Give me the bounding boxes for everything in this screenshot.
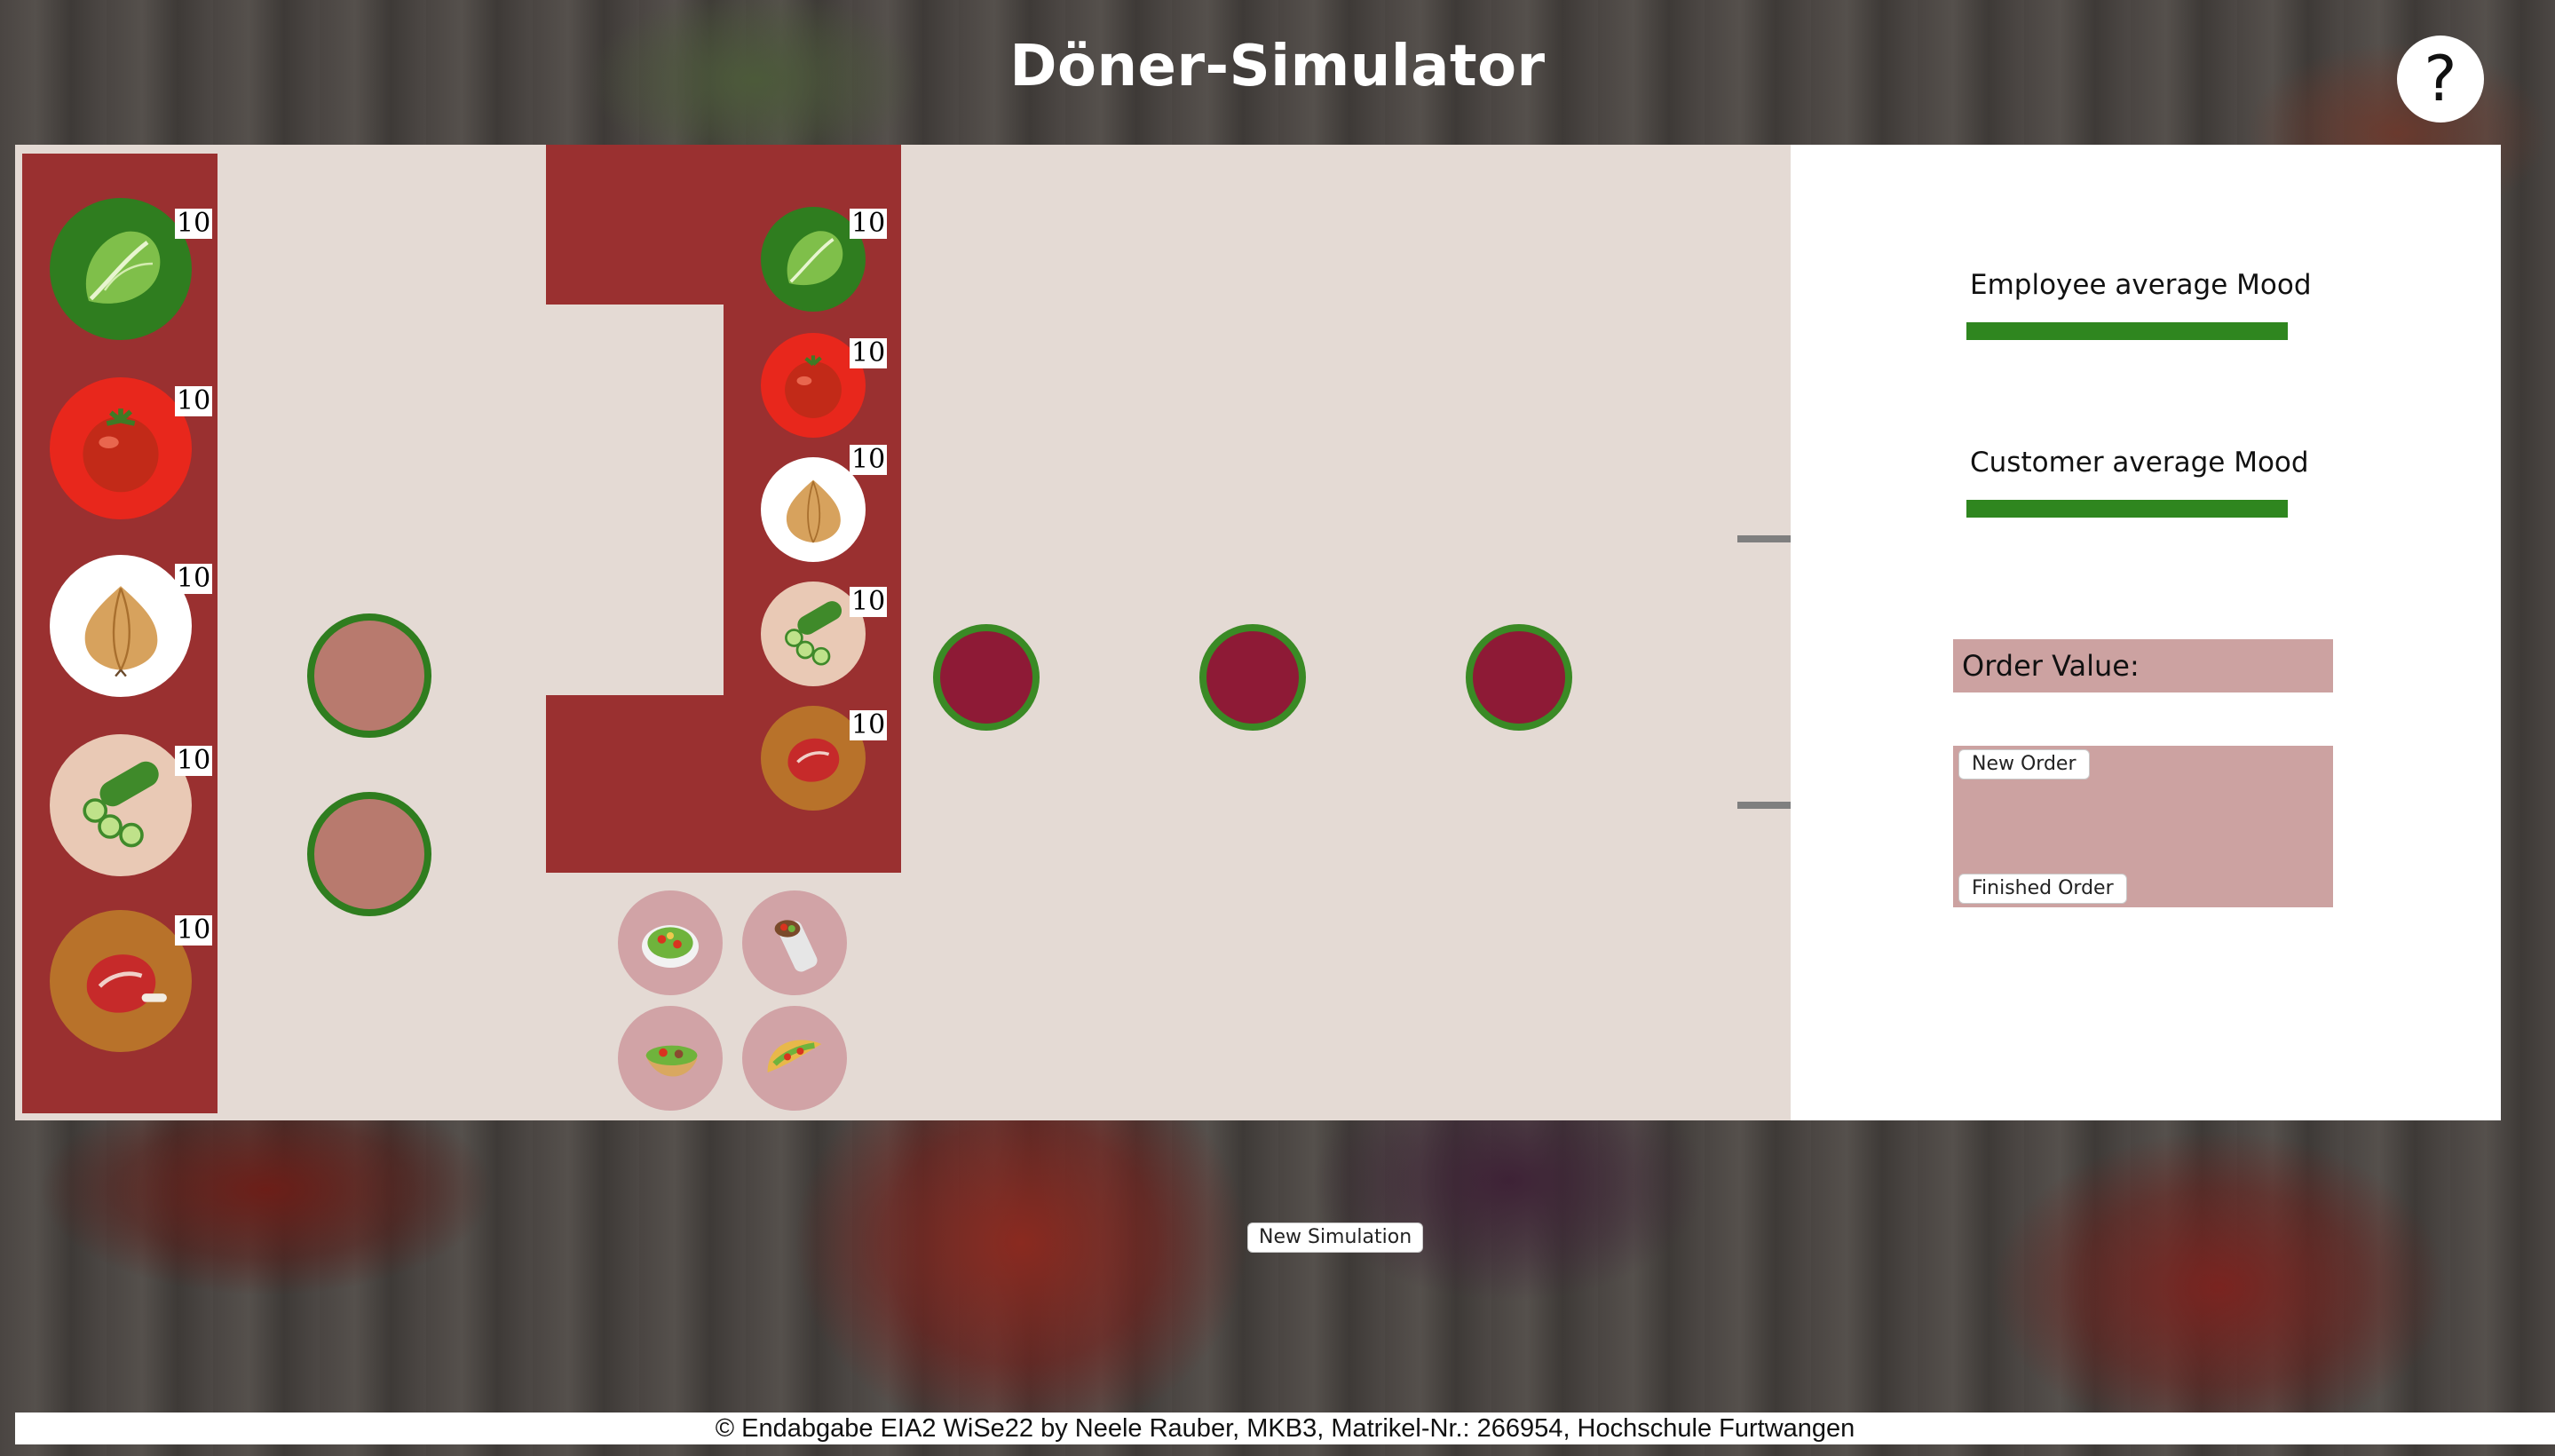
- counter-meat-count: 10: [850, 709, 888, 740]
- cucumber-icon: [83, 761, 159, 848]
- meat-icon: [86, 954, 167, 1013]
- customer-mood-label: Customer average Mood: [1970, 447, 2309, 479]
- taco-icon: [767, 1040, 822, 1072]
- lettuce-icon: [787, 231, 843, 286]
- cucumber-icon: [785, 601, 842, 666]
- page-title: Döner-Simulator: [1009, 34, 1546, 99]
- door-marker: [1737, 802, 1791, 809]
- storage-onion-count: 10: [175, 563, 213, 594]
- onion-icon: [786, 479, 841, 543]
- customer[interactable]: [933, 624, 1040, 731]
- storage-cucumber-count: 10: [175, 745, 213, 776]
- storage-lettuce-count: 10: [175, 208, 213, 239]
- finished-order-button[interactable]: Finished Order: [1958, 874, 2127, 904]
- storage-lettuce[interactable]: [50, 198, 192, 340]
- storage-cucumber[interactable]: [50, 734, 192, 876]
- order-value: Order Value:: [1953, 639, 2333, 692]
- storage-tomato-count: 10: [175, 385, 213, 416]
- meal-taco[interactable]: [742, 1006, 847, 1111]
- employee-spot[interactable]: [307, 792, 431, 916]
- salad-icon: [642, 925, 699, 968]
- counter-lettuce-count: 10: [850, 208, 888, 239]
- counter-cucumber-count: 10: [850, 586, 888, 617]
- meat-icon: [787, 738, 840, 782]
- storage-tomato[interactable]: [50, 377, 192, 519]
- employee-spot[interactable]: [307, 613, 431, 738]
- new-order-button[interactable]: New Order: [1958, 749, 2090, 779]
- customer[interactable]: [1466, 624, 1572, 731]
- customer[interactable]: [1199, 624, 1306, 731]
- storage-onion[interactable]: [50, 555, 192, 697]
- storage-meat-count: 10: [175, 914, 213, 946]
- simulation-canvas[interactable]: 10 10 10 10 10 10 10 10 10 10: [15, 145, 1791, 1120]
- wrap-icon: [774, 920, 818, 972]
- help-button[interactable]: ?: [2397, 36, 2484, 123]
- counter-tomato-count: 10: [850, 337, 888, 368]
- employee-mood-label: Employee average Mood: [1970, 269, 2312, 301]
- meal-salad[interactable]: [618, 890, 723, 995]
- status-panel: Employee average Mood Customer average M…: [1791, 145, 2501, 1120]
- employee-mood-bar: [1966, 322, 2288, 340]
- tomato-icon: [785, 355, 842, 418]
- storage-meat[interactable]: [50, 910, 192, 1052]
- counter-onion-count: 10: [850, 444, 888, 475]
- tomato-icon: [83, 408, 159, 493]
- customer-mood-bar: [1966, 500, 2288, 518]
- new-simulation-button[interactable]: New Simulation: [1247, 1223, 1424, 1253]
- meal-pita[interactable]: [618, 1006, 723, 1111]
- onion-icon: [84, 586, 158, 677]
- pita-icon: [645, 1045, 698, 1077]
- footer: © Endabgabe EIA2 WiSe22 by Neele Rauber,…: [15, 1412, 2555, 1444]
- order-box: New Order Finished Order: [1953, 746, 2333, 907]
- door-marker: [1737, 535, 1791, 542]
- lettuce-icon: [85, 231, 161, 304]
- meal-wrap[interactable]: [742, 890, 847, 995]
